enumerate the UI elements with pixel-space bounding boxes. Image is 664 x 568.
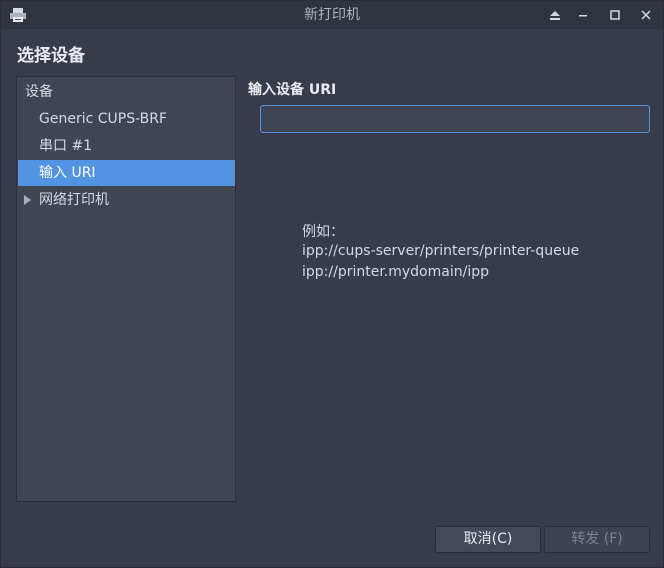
eject-icon[interactable] (544, 5, 566, 25)
example-uri-1: ipp://cups-server/printers/printer-queue (302, 243, 580, 259)
device-item-label: 网络打印机 (39, 192, 109, 208)
device-item-network-printer[interactable]: 网络打印机 (18, 187, 235, 213)
minimize-icon[interactable] (572, 5, 594, 25)
uri-section-label: 输入设备 URI (248, 82, 337, 98)
example-heading: 例如： (302, 224, 344, 240)
new-printer-dialog: 新打印机 选择设备 设备 Generic CUPS-BRF 串口 #1 输入 U… (0, 0, 664, 568)
device-item-enter-uri[interactable]: 输入 URI (18, 160, 235, 186)
device-uri-input[interactable] (260, 105, 650, 133)
device-tree[interactable]: 设备 Generic CUPS-BRF 串口 #1 输入 URI 网络打印机 (16, 76, 236, 502)
cancel-button[interactable]: 取消(C) (435, 526, 541, 553)
expand-arrow-icon[interactable] (24, 195, 31, 205)
maximize-icon[interactable] (604, 5, 626, 25)
page-heading: 选择设备 (17, 46, 85, 66)
close-icon[interactable] (635, 5, 657, 25)
forward-button[interactable]: 转发 (F) (544, 526, 650, 553)
device-item-generic-cups-brf[interactable]: Generic CUPS-BRF (18, 106, 235, 132)
example-uri-2: ipp://printer.mydomain/ipp (302, 264, 489, 280)
titlebar: 新打印机 (1, 1, 663, 29)
device-item-serial-port[interactable]: 串口 #1 (18, 133, 235, 159)
device-tree-header: 设备 (25, 84, 53, 100)
